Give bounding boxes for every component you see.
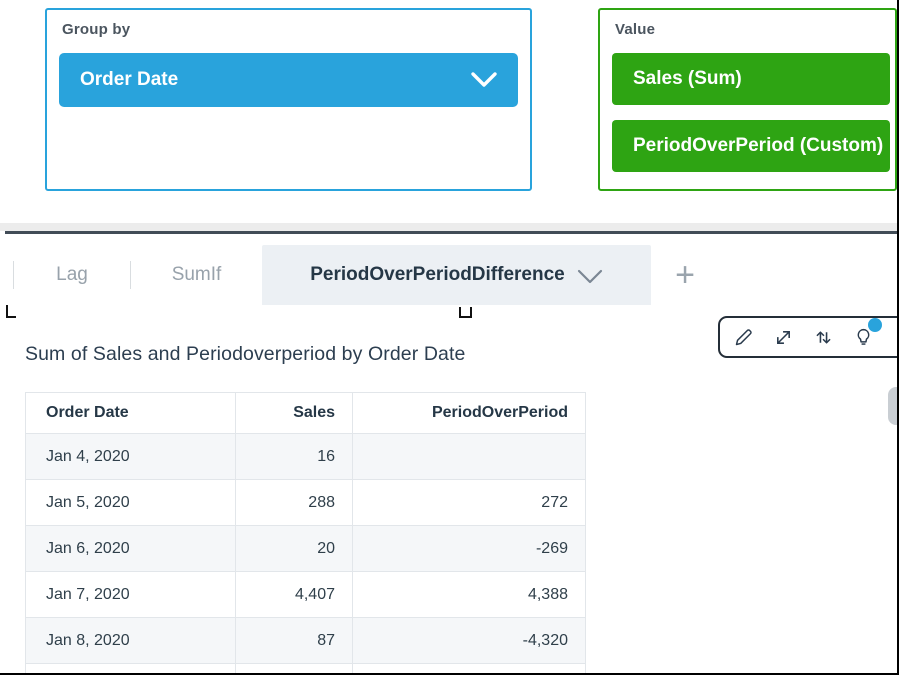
cell-periodoverperiod: -269 [353,526,586,572]
visual-resize-handle-left[interactable] [6,305,16,318]
plus-icon: + [675,258,695,292]
cell-order-date: Jan 4, 2020 [26,434,236,480]
insights-bulb-icon[interactable] [853,327,874,348]
table-row: Jan 4, 2020 16 [26,434,586,480]
value-pill-label: PeriodOverPeriod (Custom) [633,135,883,157]
cell-sales: 16 [236,434,353,480]
group-by-label: Group by [47,10,530,38]
value-pill-sales-sum[interactable]: Sales (Sum) [612,53,890,105]
tab-label: SumIf [172,264,222,286]
cell-periodoverperiod: 272 [353,480,586,526]
swap-arrows-icon[interactable] [813,327,834,348]
visual-toolbar [718,316,899,358]
data-table: Order Date Sales PeriodOverPeriod Jan 4,… [25,392,586,673]
value-label: Value [600,10,895,38]
table-row-partial [26,664,586,674]
cell-order-date: Jan 5, 2020 [26,480,236,526]
cell-sales: 4,407 [236,572,353,618]
cell-periodoverperiod [353,434,586,480]
cell-order-date: Jan 6, 2020 [26,526,236,572]
table-row: Jan 5, 2020 288 272 [26,480,586,526]
value-pill-periodoverperiod-custom[interactable]: PeriodOverPeriod (Custom) [612,120,890,172]
group-by-field-well: Group by Order Date [45,8,532,191]
tab-sumif[interactable]: SumIf [131,245,262,305]
cell-periodoverperiod: -4,320 [353,618,586,664]
value-pill-label: Sales (Sum) [633,68,742,90]
table-row: Jan 7, 2020 4,407 4,388 [26,572,586,618]
group-by-pill-label: Order Date [80,69,178,91]
column-header-periodoverperiod[interactable]: PeriodOverPeriod [353,393,586,434]
cell-order-date: Jan 8, 2020 [26,618,236,664]
formula-tab-bar: Lag SumIf PeriodOverPeriodDifference + [0,245,899,305]
column-header-sales[interactable]: Sales [236,393,353,434]
value-field-well: Value Sales (Sum) PeriodOverPeriod (Cust… [598,8,897,191]
visual-title: Sum of Sales and Periodoverperiod by Ord… [25,343,465,366]
tab-periodoverperioddifference[interactable]: PeriodOverPeriodDifference [262,245,651,305]
notification-dot [868,318,882,332]
table-row: Jan 6, 2020 20 -269 [26,526,586,572]
table-row: Jan 8, 2020 87 -4,320 [26,618,586,664]
panel-bottom-strip [0,223,899,231]
cell-sales: 87 [236,618,353,664]
tab-lag[interactable]: Lag [14,245,130,305]
cell-order-date: Jan 7, 2020 [26,572,236,618]
tab-label: PeriodOverPeriodDifference [310,264,564,286]
table-visual: Order Date Sales PeriodOverPeriod Jan 4,… [25,392,586,673]
visual-resize-handle-middle[interactable] [459,307,472,318]
tab-label: Lag [56,264,88,286]
group-by-pill-order-date[interactable]: Order Date [59,53,518,107]
table-header-row: Order Date Sales PeriodOverPeriod [26,393,586,434]
cell-sales: 288 [236,480,353,526]
maximize-icon[interactable] [773,327,794,348]
edit-icon[interactable] [733,327,754,348]
column-header-order-date[interactable]: Order Date [26,393,236,434]
cell-periodoverperiod: 4,388 [353,572,586,618]
chevron-down-icon[interactable] [470,71,498,89]
chevron-down-icon[interactable] [577,266,603,285]
cell-sales: 20 [236,526,353,572]
add-tab-button[interactable]: + [651,245,719,305]
panel-divider-line [5,231,899,234]
